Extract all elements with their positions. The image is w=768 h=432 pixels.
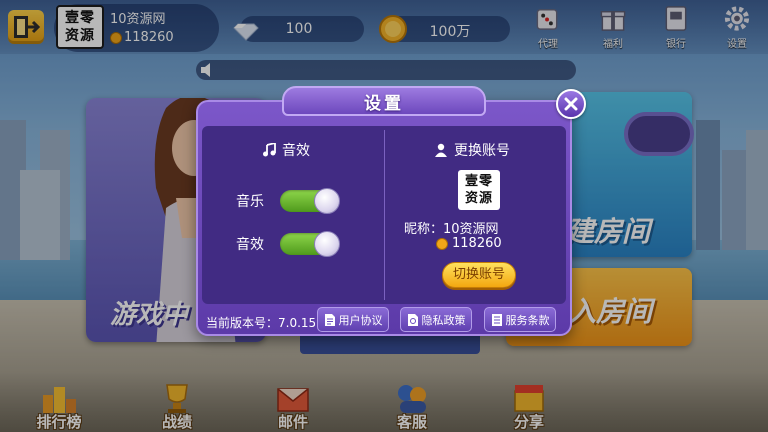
version-text: 当前版本号：7.0.15: [206, 316, 317, 330]
user-agreement-button[interactable]: 用户协议: [317, 307, 389, 332]
list-document-icon: [491, 313, 502, 326]
account-logo-line1: 壹零: [464, 174, 493, 189]
account-section-title: 更换账号: [454, 143, 510, 159]
account-logo-line2: 资源: [464, 191, 493, 206]
effects-label: 音效: [236, 237, 264, 253]
sound-section-title: 音效: [282, 143, 310, 159]
music-toggle-knob: [314, 188, 340, 214]
sound-section-header: 音效: [262, 140, 310, 160]
privacy-policy-button[interactable]: 隐私政策: [400, 307, 472, 332]
account-id: 118260: [452, 236, 502, 251]
account-id-icon: [436, 238, 448, 250]
section-divider: [384, 130, 385, 300]
effects-toggle[interactable]: [280, 231, 340, 257]
service-terms-button[interactable]: 服务条款: [484, 307, 556, 332]
music-note-icon: [263, 143, 276, 157]
music-label: 音乐: [236, 194, 264, 210]
user-icon: [435, 143, 447, 157]
music-toggle[interactable]: [280, 188, 340, 214]
account-nickname: 昵称：10资源网: [404, 222, 499, 237]
user-agreement-label: 用户协议: [338, 313, 383, 327]
effects-setting-row: 音效: [236, 231, 340, 257]
close-button[interactable]: [556, 89, 586, 119]
effects-toggle-knob: [314, 231, 340, 257]
privacy-document-icon: [407, 313, 418, 326]
document-icon: [324, 313, 335, 326]
music-setting-row: 音乐: [236, 188, 340, 214]
switch-account-button[interactable]: 切换账号: [442, 262, 516, 288]
settings-title: 设置: [364, 94, 404, 114]
privacy-policy-label: 隐私政策: [421, 313, 466, 327]
close-icon: [564, 97, 578, 111]
service-terms-label: 服务条款: [505, 313, 550, 327]
account-section-header: 更换账号: [434, 140, 510, 160]
account-avatar: 壹零 资源: [458, 170, 500, 210]
